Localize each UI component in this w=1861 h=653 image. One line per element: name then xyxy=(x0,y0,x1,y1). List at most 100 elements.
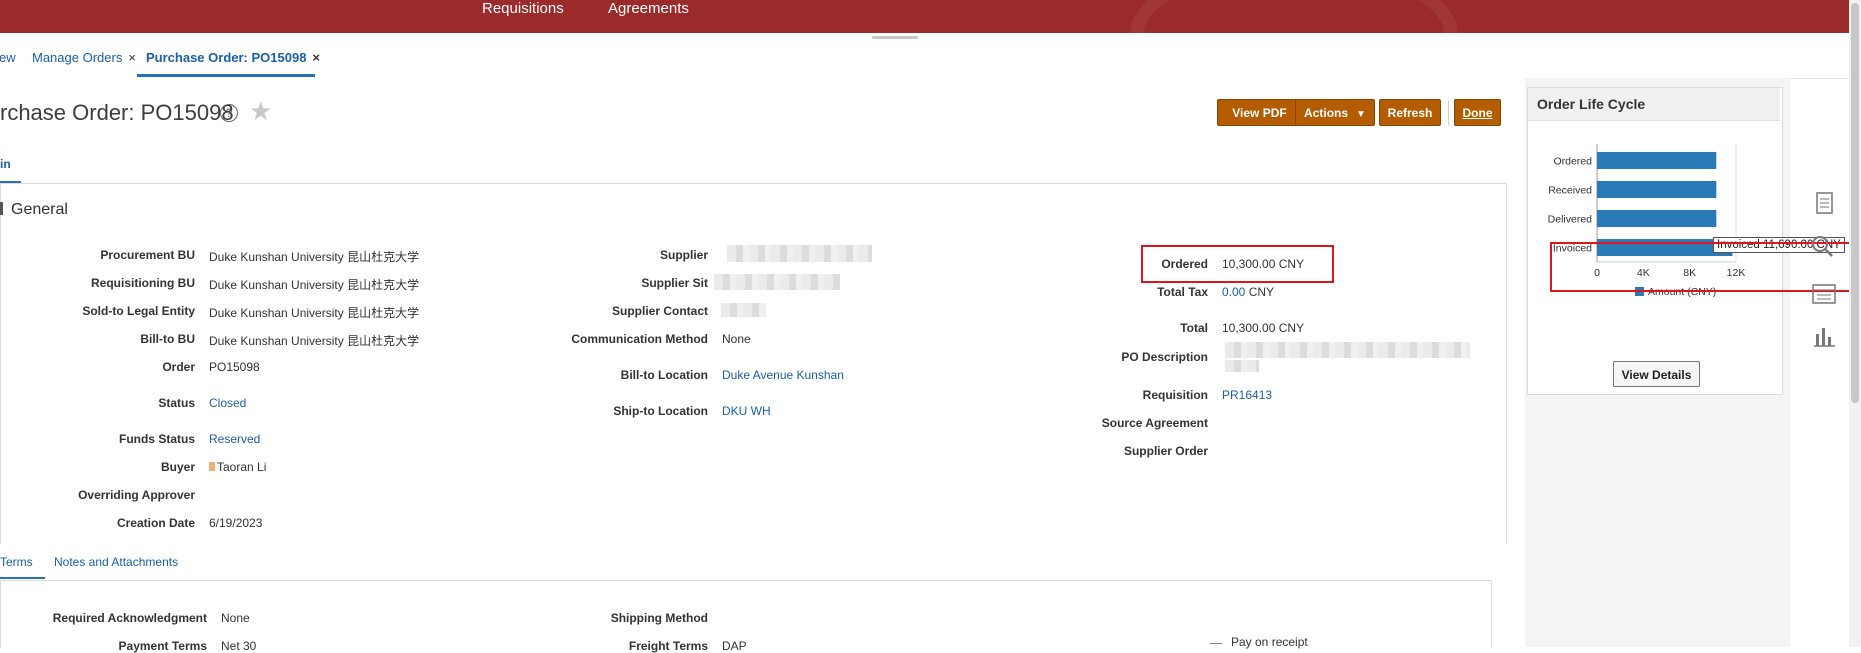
supplier-contact-redacted xyxy=(721,303,766,317)
chart-bar xyxy=(1597,181,1717,198)
payment-terms-label: Payment Terms xyxy=(118,639,207,653)
supplier-contact-label: Supplier Contact xyxy=(611,304,708,318)
help-icon[interactable]: ? xyxy=(220,104,238,122)
funds-status-label: Funds Status xyxy=(118,432,195,446)
total-label: Total xyxy=(1180,321,1208,335)
button-divider xyxy=(1448,101,1449,125)
contact-card-icon xyxy=(209,462,215,471)
po-description-label: PO Description xyxy=(1121,350,1208,364)
total-tax-value: 0.00 CNY xyxy=(1222,285,1274,299)
sold-to-legal-entity-value: Duke Kunshan University 昆山杜克大学 xyxy=(209,306,420,320)
ordered-highlight xyxy=(1141,245,1334,283)
bill-to-location-link[interactable]: Duke Avenue Kunshan xyxy=(722,368,844,382)
supplier-site-redacted xyxy=(714,274,840,290)
scrollbar[interactable] xyxy=(1849,0,1861,647)
chart-category-label: Received xyxy=(1548,185,1592,197)
funds-status-link[interactable]: Reserved xyxy=(209,432,260,446)
requisitioning-bu-label: Requisitioning BU xyxy=(91,276,195,290)
document-icon[interactable] xyxy=(1808,187,1840,219)
bill-to-location-label: Bill-to Location xyxy=(620,368,708,382)
tab-notes-attachments[interactable]: Notes and Attachments xyxy=(54,555,178,569)
invoiced-highlight xyxy=(1550,242,1852,292)
requisition-link[interactable]: PR16413 xyxy=(1222,388,1272,402)
general-heading[interactable]: General xyxy=(0,201,68,219)
close-icon[interactable]: × xyxy=(312,50,320,65)
search-icon[interactable] xyxy=(1808,232,1840,264)
buyer-name: Taoran Li xyxy=(217,460,267,474)
list-icon[interactable] xyxy=(1808,278,1840,310)
bill-to-bu-label: Bill-to BU xyxy=(140,332,195,346)
tab-purchase-order[interactable]: Purchase Order: PO15098 × xyxy=(146,50,320,65)
required-ack-value: None xyxy=(221,611,250,625)
requisition-label: Requisition xyxy=(1142,388,1208,402)
tab-main[interactable]: in xyxy=(0,157,11,171)
creation-date-label: Creation Date xyxy=(116,516,195,530)
chevron-down-icon: ▼ xyxy=(1356,109,1366,120)
order-value: PO15098 xyxy=(209,360,260,374)
chart-category-label: Ordered xyxy=(1553,156,1592,168)
status-link[interactable]: Closed xyxy=(209,396,246,410)
total-currency: CNY xyxy=(1278,321,1305,335)
done-button[interactable]: Done xyxy=(1454,99,1501,126)
payment-terms-value: Net 30 xyxy=(221,639,257,653)
po-description-redacted xyxy=(1225,342,1470,358)
favorite-star-icon[interactable]: ★ xyxy=(249,98,272,124)
view-pdf-button[interactable]: View PDF xyxy=(1217,99,1302,126)
total-tax-label: Total Tax xyxy=(1157,285,1208,299)
checkbox-dash xyxy=(1210,643,1222,644)
tab-terms[interactable]: Terms xyxy=(0,555,33,569)
communication-method-value: None xyxy=(722,332,751,346)
supplier-site-label: Supplier Sit xyxy=(641,276,708,290)
freight-terms-label: Freight Terms xyxy=(628,639,708,653)
freight-terms-value: DAP xyxy=(722,639,747,653)
actions-button[interactable]: Actions ▼ xyxy=(1295,99,1375,126)
ship-to-location-label: Ship-to Location xyxy=(613,404,708,418)
buyer-label: Buyer xyxy=(160,460,195,474)
life-cycle-title: Order Life Cycle xyxy=(1537,96,1646,112)
chart-bar xyxy=(1597,210,1717,227)
ship-to-location-link[interactable]: DKU WH xyxy=(722,404,771,418)
tab-label: Purchase Order: PO15098 xyxy=(146,50,307,65)
communication-method-label: Communication Method xyxy=(571,332,708,346)
bar-chart-icon[interactable] xyxy=(1808,320,1840,352)
tab-label: ew xyxy=(0,50,16,65)
banner-decoration xyxy=(1130,0,1458,33)
overriding-approver-label: Overriding Approver xyxy=(78,488,195,502)
collapse-icon[interactable] xyxy=(0,202,3,215)
nav-requisitions[interactable]: Requisitions xyxy=(482,0,564,17)
top-banner: Requisitions Agreements xyxy=(0,0,1861,33)
required-ack-label: Required Acknowledgment xyxy=(52,611,207,625)
total-amount: 10,300.00 xyxy=(1222,321,1276,335)
shipping-method-label: Shipping Method xyxy=(610,611,708,625)
refresh-button[interactable]: Refresh xyxy=(1379,99,1441,126)
tab-overview[interactable]: ew xyxy=(0,50,16,65)
requisitioning-bu-value: Duke Kunshan University 昆山杜克大学 xyxy=(209,278,420,292)
buyer-value[interactable]: Taoran Li xyxy=(209,460,266,474)
terms-tab-indicator xyxy=(0,577,45,579)
close-icon[interactable]: × xyxy=(128,50,136,65)
bill-to-bu-value: Duke Kunshan University 昆山杜克大学 xyxy=(209,334,420,348)
total-tax-link[interactable]: 0.00 xyxy=(1222,285,1245,299)
sold-to-legal-entity-label: Sold-to Legal Entity xyxy=(82,304,195,318)
actions-label: Actions xyxy=(1304,106,1349,120)
scrollbar-thumb[interactable] xyxy=(1851,3,1859,403)
view-details-button[interactable]: View Details xyxy=(1613,361,1700,387)
po-description-redacted-2 xyxy=(1225,360,1259,372)
supplier-label: Supplier xyxy=(659,248,708,262)
life-cycle-chart: OrderedReceivedDeliveredInvoiced0 4K 8K 12K… xyxy=(1548,144,1745,298)
procurement-bu-label: Procurement BU xyxy=(100,248,195,262)
general-heading-label: General xyxy=(11,201,68,218)
creation-date-value: 6/19/2023 xyxy=(209,516,263,530)
page-title: rchase Order: PO15098 xyxy=(0,100,234,125)
supplier-order-label: Supplier Order xyxy=(1123,444,1208,458)
panel-grabber[interactable] xyxy=(872,36,918,39)
status-label: Status xyxy=(158,396,195,410)
chart-bar xyxy=(1597,152,1717,169)
active-tab-indicator xyxy=(137,74,315,77)
procurement-bu-value: Duke Kunshan University 昆山杜克大学 xyxy=(209,250,420,264)
tab-manage-orders[interactable]: Manage Orders × xyxy=(32,50,136,65)
tab-label: Manage Orders xyxy=(32,50,123,65)
supplier-redacted xyxy=(727,245,872,262)
order-label: Order xyxy=(162,360,195,374)
nav-agreements[interactable]: Agreements xyxy=(608,0,689,17)
